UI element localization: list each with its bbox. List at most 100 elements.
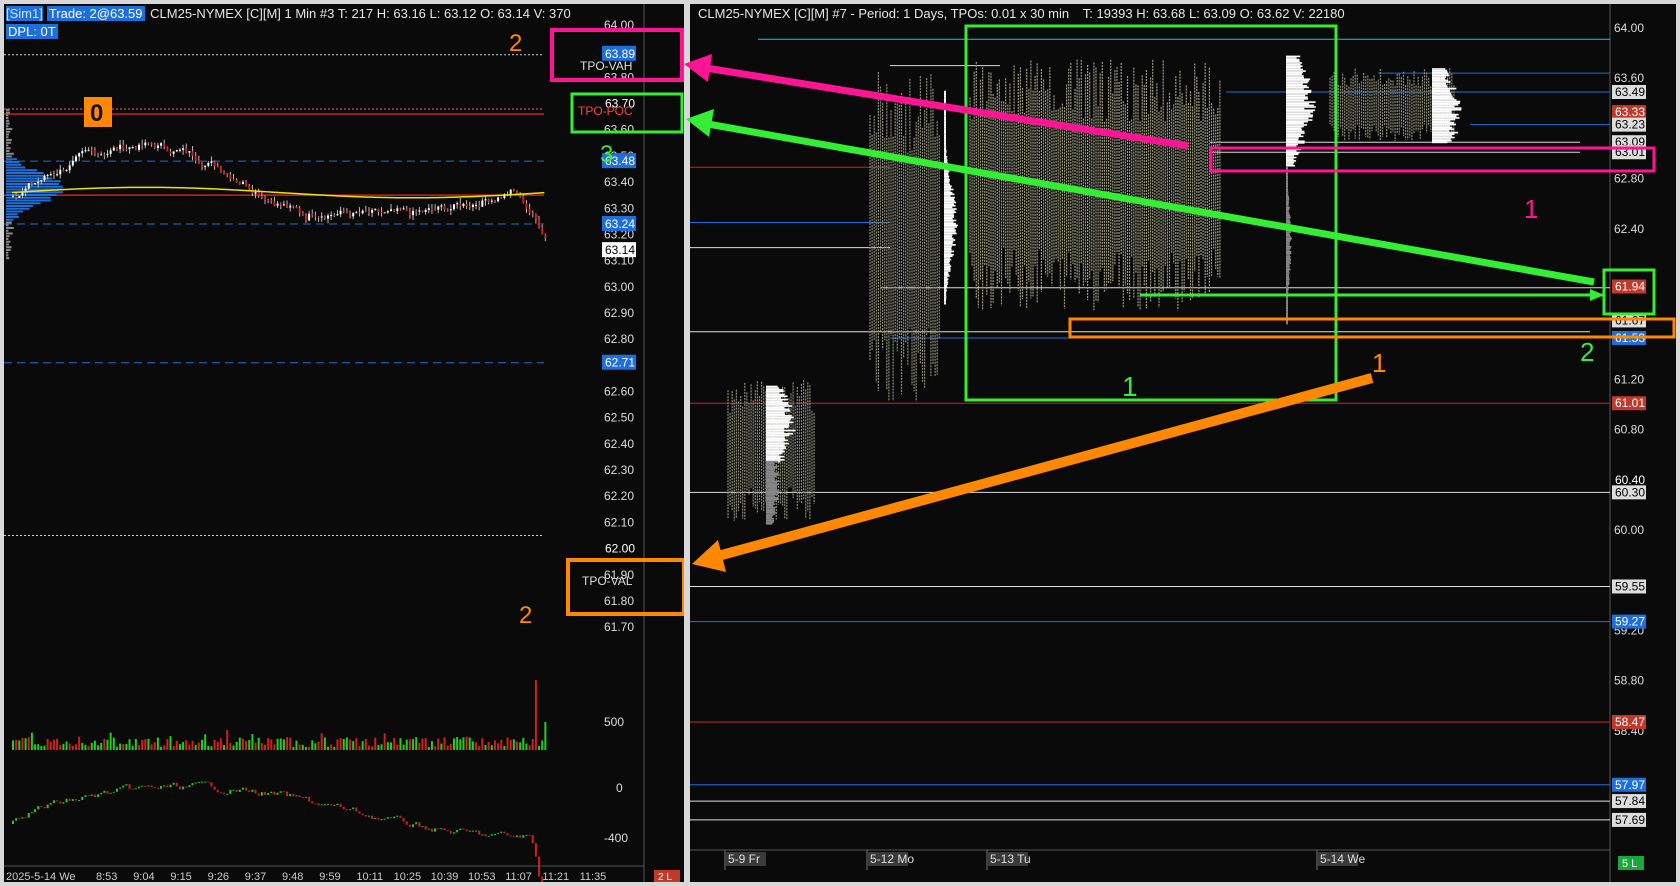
candle-body [229, 174, 232, 179]
tpo-profile-bar [1286, 203, 1289, 206]
right-chart-panel[interactable]: 64.00 63.60 62.80 62.40 61.20 60.80 60.00 59.20… [690, 4, 1676, 882]
tpo-profile-bar [1286, 290, 1289, 292]
tpo-profile-bar [944, 126, 946, 129]
tpo-profile-bar [1286, 221, 1291, 224]
tpo-profile-bar [766, 501, 775, 504]
tpo-profile-bar [766, 522, 773, 525]
candle-body [304, 215, 307, 221]
volume-bar [134, 739, 137, 750]
orange-number: 1 [1372, 348, 1386, 378]
tpo-profile-bar [1286, 239, 1291, 242]
tpo-profile-bar [766, 439, 788, 442]
volume-bar [311, 740, 314, 750]
volume-bar [465, 736, 468, 750]
tpo-profile-bar [1286, 76, 1304, 79]
tpo-profile-bar [1286, 58, 1300, 61]
date-tick: 5-14 We [1320, 852, 1365, 866]
delta-bar [115, 788, 118, 792]
candle-body [150, 142, 153, 145]
tpo-profile-bar [1286, 187, 1288, 189]
candle-body [103, 154, 106, 156]
volume-bar [446, 745, 449, 750]
tpo-profile-bar [766, 475, 777, 478]
tpo-profile-bar [1286, 244, 1290, 246]
left-chart-canvas[interactable]: 64.0063.9063.8063.7063.6063.5063.4063.30… [4, 4, 684, 882]
delta-bar [270, 791, 273, 793]
delta-bar [465, 829, 468, 832]
profile-bar [6, 169, 38, 172]
tpo-profile-bar [944, 136, 946, 139]
candle-body [427, 208, 430, 210]
tpo-profile-bar [1286, 124, 1308, 126]
tpo-profile-bar [1286, 104, 1314, 107]
tpo-profile-bar [1432, 115, 1457, 118]
tpo-profile-bar [1286, 249, 1290, 251]
tpo-profile-bar [766, 403, 789, 406]
right-price-tag: 59.27 [1615, 615, 1645, 629]
tpo-profile-bar [1286, 272, 1290, 274]
tpo-profile-bar [766, 511, 776, 514]
candle-body [93, 150, 96, 155]
delta-bar [93, 794, 96, 798]
time-tick: 8:53 [96, 871, 117, 882]
candle-body [478, 204, 481, 207]
profile-bar [6, 204, 33, 207]
tpo-profile-bar [766, 429, 796, 432]
tpo-profile-bar [1286, 206, 1290, 209]
left-price-tick: 62.90 [604, 306, 634, 320]
delta-bar [219, 792, 222, 794]
tpo-profile-bar [1286, 270, 1290, 273]
delta-bar [317, 803, 320, 806]
tpo-profile-bar [766, 405, 793, 407]
left-chart-panel[interactable]: 64.0063.9063.8063.7063.6063.5063.4063.30… [4, 4, 684, 882]
tpo-profile-bar [944, 152, 947, 155]
candle-body [245, 181, 248, 187]
volume-bar [497, 743, 500, 750]
tpo-profile-bar [1286, 229, 1292, 232]
candle-body [390, 209, 392, 212]
right-date-axis: 5-9 Fr 5-12 Mo 5-13 Tu 5-14 We [690, 849, 1610, 870]
tpo-profile-bar [944, 113, 946, 116]
profile-bar [6, 128, 13, 131]
candle-body [342, 210, 345, 212]
tpo-profile-bar [944, 288, 947, 290]
tpo-profile-bar [944, 159, 948, 161]
delta-bar [84, 795, 87, 797]
tpo-profile-bar [1286, 122, 1304, 125]
tpo-profile-bar [1286, 119, 1313, 121]
tpo-profile-bar [766, 506, 776, 509]
candle-body [456, 203, 459, 205]
tpo-profile-bar [944, 128, 946, 130]
delta-bar [147, 785, 150, 787]
tpo-profile-bar [1286, 255, 1291, 258]
volume-bar [163, 745, 166, 750]
delta-bar [412, 824, 415, 827]
volume-bar [204, 734, 207, 750]
volume-bar [34, 744, 37, 750]
candle-body [219, 167, 222, 173]
candle-body [465, 203, 468, 207]
tpo-profile-bar [1286, 241, 1291, 243]
delta-bar [468, 830, 471, 832]
left-volume-histogram: 500 [12, 680, 624, 750]
delta-bar [141, 785, 144, 787]
volume-bar [345, 737, 348, 750]
date-tick: 5-9 Fr [728, 852, 760, 866]
delta-bar [430, 828, 433, 832]
pink-level-box [1209, 146, 1656, 173]
trade-label[interactable]: Trade: 2@63.59 [46, 6, 145, 21]
tpo-profile-bar [1286, 232, 1290, 235]
tpo-profile-bar [944, 216, 955, 218]
profile-bar [6, 199, 51, 202]
tpo-profile-bar [1286, 133, 1301, 136]
tpo-profile-bar [1286, 80, 1310, 82]
tpo-profile-bar [1286, 150, 1297, 152]
profile-bar [6, 246, 12, 249]
profile-bar [6, 136, 9, 139]
tpo-profile-bar [1286, 288, 1289, 291]
delta-bar [40, 805, 43, 807]
tpo-profile-bar [1286, 55, 1301, 58]
right-chart-canvas[interactable]: 64.0063.6062.8062.4061.2060.8060.0059.20… [690, 4, 1676, 882]
tpo-profile-bar [766, 421, 794, 424]
left-corner-badge: 2 L [658, 872, 672, 882]
